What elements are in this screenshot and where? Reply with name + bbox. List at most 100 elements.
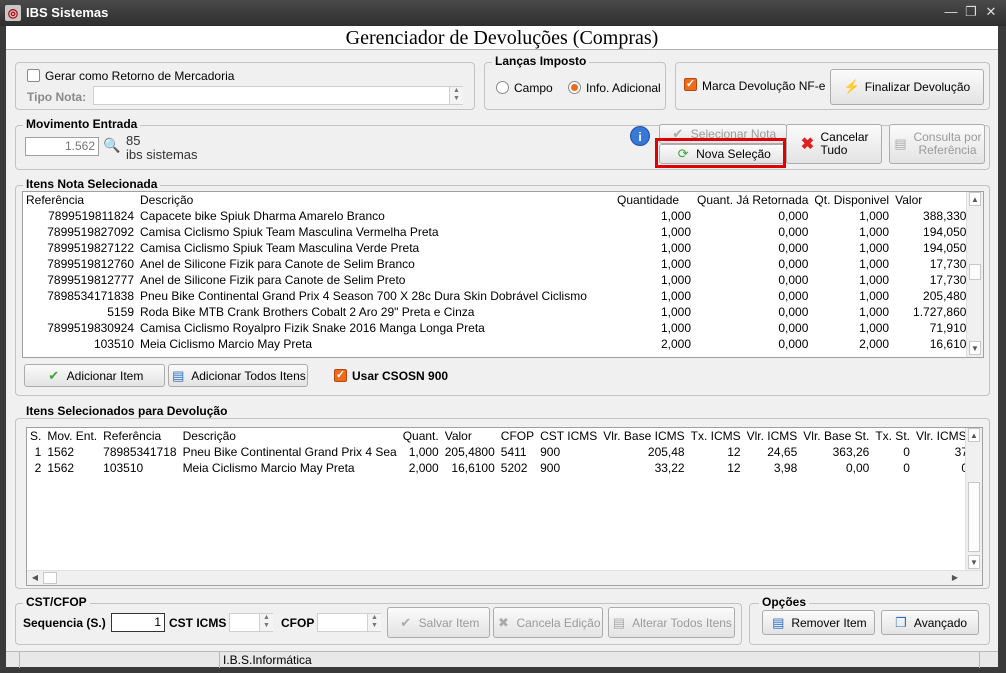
gerar-retorno-checkbox[interactable] [27,69,40,82]
alterar-todos-button[interactable]: ▤ Alterar Todos Itens [608,607,735,638]
minimize-button[interactable]: — [942,3,960,21]
column-header[interactable]: CFOP [497,428,538,444]
window-titlebar: ◎ IBS Sistemas — ❐ ✕ [0,0,1006,26]
tipo-nota-spinner[interactable]: ▲ ▼ [449,87,463,104]
column-header[interactable]: Quant. [399,428,442,444]
itens-nota-row[interactable]: 7899519812777 Anel de Silicone Fizik para… [23,272,976,288]
scroll-down-icon[interactable]: ▼ [968,555,980,569]
remover-item-button[interactable]: ▤ Remover Item [762,610,875,635]
column-header[interactable]: Descrição [179,428,400,444]
consulta-line2: Referência [918,143,977,157]
table-cell: Meia Ciclismo Marcio May Preta [182,461,355,475]
itens-nota-row[interactable]: 7899519830924 Camisa Ciclismo Royalpro Fi… [23,320,976,336]
table-cell: Pneu Bike Continental Grand Prix 4 Seaso… [140,289,587,303]
itens-nota-header: Referência Descrição Quantidade Quant. Já R… [23,192,977,208]
scroll-right-icon[interactable]: ▶ [949,572,961,584]
itens-nota-row[interactable]: 5159 Roda Bike MTB Crank Brothers Cobalt … [23,304,976,320]
tipo-nota-select[interactable] [93,86,463,105]
consulta-referencia-button[interactable]: ▤ Consulta por Referência [889,124,985,164]
radio-info-adicional[interactable] [568,81,581,94]
search-icon[interactable]: 🔍 [103,137,120,153]
table-cell: Anel de Silicone Fizik para Canote de Se… [140,257,415,271]
column-header[interactable]: Valor [892,192,977,208]
table-cell: 194,0500 [923,225,974,239]
main-window: Gerenciador de Devoluções (Compras) Gera… [6,26,998,668]
fornecedor-name: ibs sistemas [126,147,198,162]
hscroll-thumb[interactable] [43,572,57,584]
table-cell: 1,000 [859,289,890,303]
table-cell: 1,000 [859,209,890,223]
itens-devolucao-vscroll[interactable]: ▲ ▼ [965,428,982,571]
radio-info-adicional-label: Info. Adicional [586,81,661,95]
itens-nota-row[interactable]: 7899519827092 Camisa Ciclismo Spiuk Team … [23,224,976,240]
movimento-entrada-input[interactable]: 1.562 [25,137,99,156]
info-icon[interactable]: i [630,126,650,146]
maximize-button[interactable]: ❐ [962,3,980,21]
column-header[interactable]: Tx. St. [872,428,913,444]
table-cell: 363,26 [832,445,870,459]
itens-devolucao-body: 1 1562 78985341718 Pneu Bike Continental Gr… [27,444,982,476]
adicionar-todos-button[interactable]: ▤ Adicionar Todos Itens [168,364,308,387]
table-cell: 24,65 [767,445,798,459]
column-header[interactable]: Referência [23,192,137,208]
column-header[interactable]: Vlr. ICMS [743,428,801,444]
usar-csosn-label: Usar CSOSN 900 [352,369,449,383]
column-header[interactable]: Valor [441,428,498,444]
itens-nota-row[interactable]: 103510 Meia Ciclismo Marcio May Preta 2,00… [23,336,976,352]
table-cell: 1,000 [660,305,691,319]
column-header[interactable]: Descrição [137,192,614,208]
close-button[interactable]: ✕ [982,3,1000,21]
cfop-spinner[interactable]: ▲ ▼ [367,614,381,631]
salvar-item-label: Salvar Item [418,615,480,630]
column-header[interactable]: S. [27,428,45,444]
radio-campo[interactable] [496,81,509,94]
cst-icms-spinner[interactable]: ▲ ▼ [259,614,273,631]
salvar-item-button[interactable]: ✔ Salvar Item [387,607,490,638]
scroll-down-icon[interactable]: ▼ [969,341,981,355]
itens-nota-row[interactable]: 7899519827122 Camisa Ciclismo Spiuk Team … [23,240,976,256]
opcoes-group: ▤ Remover Item ❐ Avançado [749,603,990,645]
list-remove-icon: ▤ [772,614,785,630]
itens-nota-vscroll[interactable]: ▲ ▼ [966,192,983,357]
table-cell: 12 [727,445,741,459]
itens-nota-table: Referência Descrição Quantidade Quant. Já R… [23,192,977,352]
tipo-nota-label: Tipo Nota: [27,90,87,104]
gerar-retorno-label: Gerar como Retorno de Mercadoria [45,69,235,83]
adicionar-item-button[interactable]: ✔ Adicionar Item [24,364,165,387]
column-header[interactable]: Vlr. Base St. [800,428,873,444]
itens-nota-row[interactable]: 7899519812760 Anel de Silicone Fizik para… [23,256,976,272]
table-cell: 17,7300 [929,257,974,271]
scroll-left-icon[interactable]: ◀ [29,572,41,584]
itens-devolucao-hscroll[interactable]: ◀ ▶ [27,570,982,585]
column-header[interactable]: Vlr. Base ICMS [600,428,688,444]
scroll-thumb[interactable] [968,482,980,552]
table-cell: 7899519812777 [47,273,134,287]
usar-csosn-checkbox[interactable]: ✓ [334,369,347,382]
column-header[interactable]: Quantidade [614,192,694,208]
itens-nota-row[interactable]: 7898534171838 Pneu Bike Continental Grand… [23,288,976,304]
app-icon: ◎ [5,5,21,21]
column-header[interactable]: Quant. Já Retornada [694,192,812,208]
avancado-button[interactable]: ❐ Avançado [881,610,979,635]
itens-nota-row[interactable]: 7899519811824 Capacete bike Spiuk Dharma … [23,208,976,224]
itens-devolucao-row[interactable]: 2 1562 103510 Meia Ciclismo Marcio May Pret… [27,460,982,476]
cancelar-tudo-button[interactable]: ✖ Cancelar Tudo [786,124,882,164]
column-header[interactable]: Mov. Ent. [44,428,101,444]
marca-devolucao-checkbox[interactable]: ✓ [684,78,697,91]
table-cell: Roda Bike MTB Crank Brothers Cobalt 2 Ar… [140,305,475,319]
cancela-edicao-button[interactable]: ✖ Cancela Edição [493,607,603,638]
table-cell: 1,000 [859,305,890,319]
column-header[interactable]: Referência [100,428,180,444]
finalizar-devolucao-button[interactable]: ⚡ Finalizar Devolução [830,69,984,105]
column-header[interactable]: Tx. ICMS [687,428,744,444]
table-cell: 1,000 [660,321,691,335]
marca-devolucao-label: Marca Devolução NF-e [702,79,826,93]
itens-devolucao-row[interactable]: 1 1562 78985341718 Pneu Bike Continental Gr… [27,444,982,460]
scroll-up-icon[interactable]: ▲ [968,428,980,442]
column-header[interactable]: CST ICMS [537,428,601,444]
table-cell: 0,000 [778,305,809,319]
scroll-thumb[interactable] [969,264,981,280]
sequencia-input[interactable]: 1 [111,613,165,632]
scroll-up-icon[interactable]: ▲ [969,192,981,206]
column-header[interactable]: Qt. Disponivel [811,192,893,208]
